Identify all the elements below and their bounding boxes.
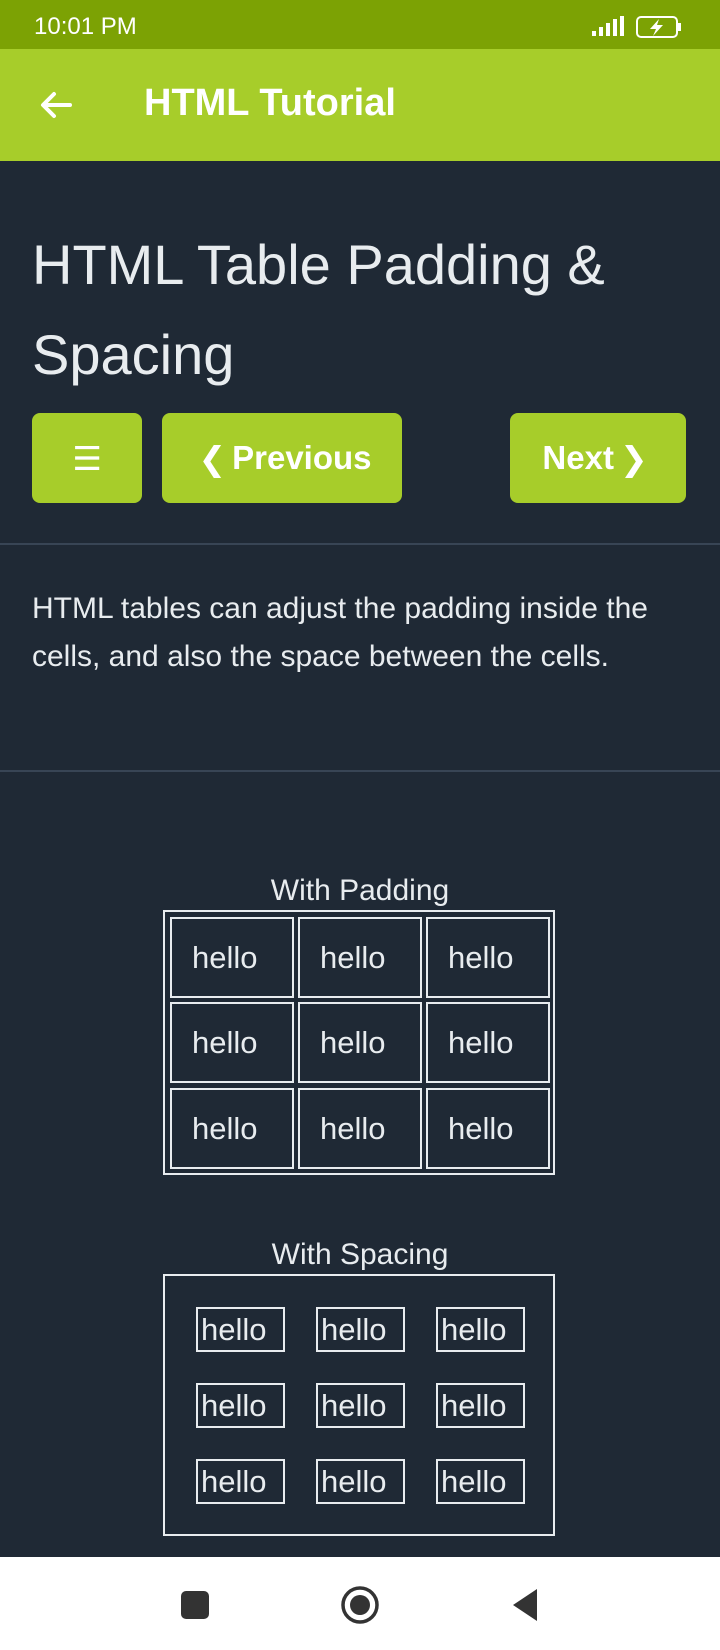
menu-icon: ☰ — [72, 439, 102, 477]
table-cell: hello — [298, 917, 422, 998]
table-cell: hello — [316, 1307, 405, 1352]
table-cell: hello — [426, 917, 550, 998]
table-cell: hello — [426, 1002, 550, 1083]
table-cell: hello — [316, 1383, 405, 1428]
previous-button[interactable]: ❮ Previous — [162, 413, 402, 503]
table-cell: hello — [170, 1002, 294, 1083]
table-cell: hello — [426, 1088, 550, 1169]
spacing-table: hello hello hello hello hello hello hell… — [163, 1274, 555, 1536]
padding-table: hello hello hello hello hello hello hell… — [163, 910, 555, 1175]
arrow-left-icon[interactable] — [36, 85, 76, 125]
next-button[interactable]: Next ❯ — [510, 413, 686, 503]
status-bar: 10:01 PM — [0, 0, 720, 49]
signal-icon — [592, 16, 624, 36]
table-cell: hello — [298, 1002, 422, 1083]
table-cell: hello — [436, 1307, 525, 1352]
back-triangle-icon[interactable] — [505, 1585, 545, 1625]
table-caption-spacing: With Spacing — [271, 1238, 449, 1271]
table-cell: hello — [196, 1383, 285, 1428]
next-label: Next — [542, 439, 614, 476]
app-title: HTML Tutorial — [144, 82, 396, 124]
table-caption-padding: With Padding — [270, 874, 450, 907]
divider — [0, 770, 720, 772]
system-nav-bar — [0, 1557, 720, 1650]
status-time: 10:01 PM — [34, 13, 137, 40]
intro-paragraph: HTML tables can adjust the padding insid… — [32, 592, 648, 673]
table-cell: hello — [170, 1088, 294, 1169]
page-title: HTML Table Padding & Spacing — [32, 233, 605, 386]
menu-button[interactable]: ☰ — [32, 413, 142, 503]
table-cell: hello — [436, 1383, 525, 1428]
table-cell: hello — [196, 1459, 285, 1504]
battery-charging-icon — [636, 16, 681, 38]
recent-apps-icon[interactable] — [175, 1585, 215, 1625]
chevron-right-icon: ❯ — [619, 439, 648, 477]
table-cell: hello — [170, 917, 294, 998]
home-icon[interactable] — [340, 1585, 380, 1625]
table-cell: hello — [196, 1307, 285, 1352]
table-cell: hello — [316, 1459, 405, 1504]
table-cell: hello — [436, 1459, 525, 1504]
chevron-left-icon: ❮ — [198, 439, 227, 477]
divider — [0, 543, 720, 545]
table-cell: hello — [298, 1088, 422, 1169]
app-bar: HTML Tutorial — [0, 49, 720, 161]
previous-label: Previous — [232, 439, 372, 476]
